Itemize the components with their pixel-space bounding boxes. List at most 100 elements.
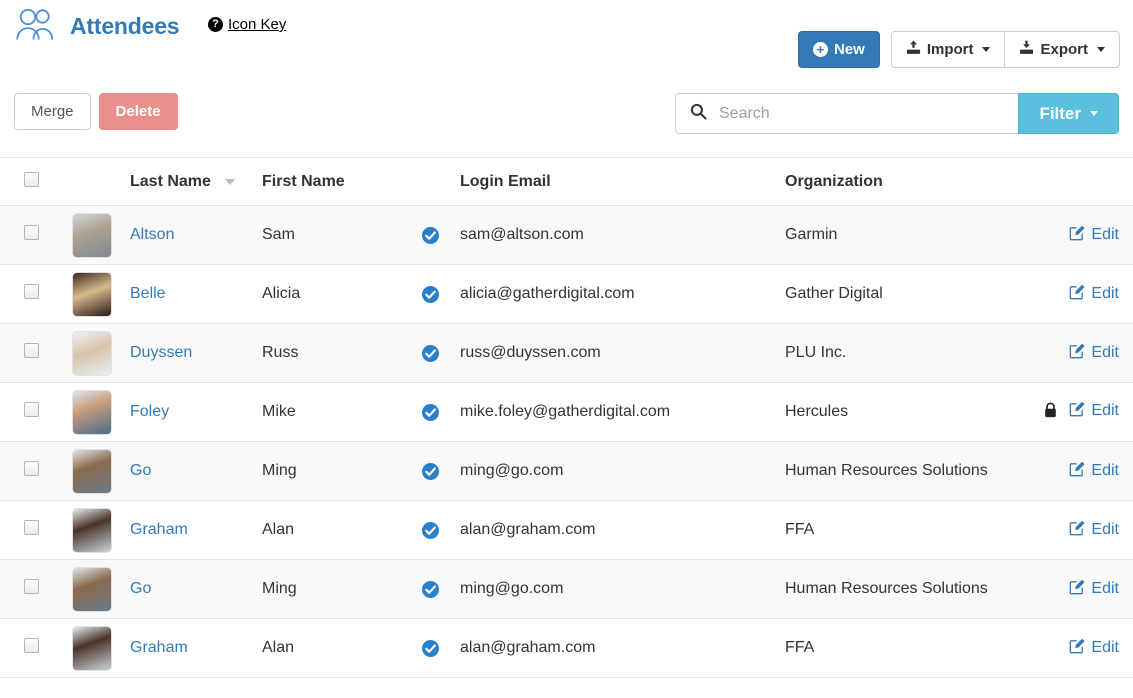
edit-link[interactable]: Edit bbox=[1069, 284, 1119, 305]
attendee-name-link[interactable]: Altson bbox=[130, 226, 174, 243]
edit-link[interactable]: Edit bbox=[1069, 579, 1119, 600]
edit-link[interactable]: Edit bbox=[1069, 638, 1119, 659]
last-name-cell: Go bbox=[130, 441, 262, 501]
attendee-name-link[interactable]: Graham bbox=[130, 521, 188, 538]
login-email-value: russ@duyssen.com bbox=[460, 344, 601, 361]
first-name-value: Alan bbox=[262, 521, 295, 538]
header-action-buttons: + New Import Export bbox=[797, 31, 1120, 68]
avatar-cell bbox=[72, 264, 130, 324]
avatar bbox=[72, 212, 112, 258]
row-checkbox[interactable] bbox=[24, 461, 39, 476]
pencil-square-icon bbox=[1069, 520, 1085, 541]
row-checkbox[interactable] bbox=[24, 284, 39, 299]
last-name-header-label: Last Name bbox=[130, 173, 211, 190]
first-name-cell: Ming bbox=[262, 441, 422, 501]
last-name-header[interactable]: Last Name bbox=[130, 157, 262, 206]
first-name-value: Ming bbox=[262, 462, 297, 479]
organization-value: Human Resources Solutions bbox=[785, 580, 988, 597]
row-checkbox[interactable] bbox=[24, 225, 39, 240]
attendee-name-link[interactable]: Belle bbox=[130, 285, 166, 302]
avatar bbox=[72, 330, 112, 376]
row-checkbox[interactable] bbox=[24, 520, 39, 535]
edit-link[interactable]: Edit bbox=[1069, 520, 1119, 541]
pencil-square-icon bbox=[1069, 401, 1085, 422]
row-select-cell bbox=[0, 264, 72, 324]
chevron-down-icon bbox=[982, 47, 991, 52]
last-name-cell: Foley bbox=[130, 382, 262, 442]
select-all-checkbox[interactable] bbox=[24, 172, 39, 187]
edit-link-label: Edit bbox=[1091, 226, 1119, 243]
row-checkbox[interactable] bbox=[24, 402, 39, 417]
row-select-cell bbox=[0, 618, 72, 678]
verified-cell bbox=[422, 205, 460, 265]
last-name-cell: Graham bbox=[130, 618, 262, 678]
search-input[interactable] bbox=[717, 103, 1005, 124]
attendee-name-link[interactable]: Foley bbox=[130, 403, 169, 420]
row-select-cell bbox=[0, 500, 72, 560]
icon-key-label: Icon Key bbox=[228, 16, 287, 33]
organization-cell: Gather Digital bbox=[785, 264, 1043, 324]
pencil-square-icon bbox=[1069, 638, 1085, 659]
pencil-square-icon bbox=[1069, 284, 1085, 305]
last-name-cell: Belle bbox=[130, 264, 262, 324]
delete-button-label: Delete bbox=[115, 103, 161, 120]
edit-link[interactable]: Edit bbox=[1069, 461, 1119, 482]
row-actions-cell: Edit bbox=[1043, 618, 1133, 678]
upload-icon bbox=[906, 40, 921, 59]
verified-check-icon bbox=[422, 344, 460, 362]
row-select-cell bbox=[0, 205, 72, 265]
verified-check-icon bbox=[422, 639, 460, 657]
organization-header-label: Organization bbox=[785, 173, 883, 190]
delete-button[interactable]: Delete bbox=[98, 93, 178, 130]
verified-cell bbox=[422, 441, 460, 501]
edit-link-label: Edit bbox=[1091, 639, 1119, 656]
avatar bbox=[72, 625, 112, 671]
row-checkbox[interactable] bbox=[24, 638, 39, 653]
organization-cell: Human Resources Solutions bbox=[785, 559, 1043, 619]
attendee-name-link[interactable]: Go bbox=[130, 462, 151, 479]
import-button[interactable]: Import bbox=[890, 31, 1006, 68]
avatar-cell bbox=[72, 500, 130, 560]
avatar bbox=[72, 271, 112, 317]
first-name-cell: Mike bbox=[262, 382, 422, 442]
last-name-cell: Duyssen bbox=[130, 323, 262, 383]
new-button[interactable]: + New bbox=[797, 31, 880, 68]
merge-button[interactable]: Merge bbox=[14, 93, 91, 130]
edit-link[interactable]: Edit bbox=[1069, 343, 1119, 364]
attendee-name-link[interactable]: Duyssen bbox=[130, 344, 192, 361]
avatar-cell bbox=[72, 382, 130, 442]
organization-value: PLU Inc. bbox=[785, 344, 847, 361]
search-box[interactable] bbox=[675, 93, 1019, 134]
first-name-header[interactable]: First Name bbox=[262, 157, 422, 206]
organization-cell: PLU Inc. bbox=[785, 323, 1043, 383]
export-button[interactable]: Export bbox=[1004, 31, 1120, 68]
table-row: Belle Alicia alicia@gatherdigital.com Gathe… bbox=[0, 264, 1133, 324]
login-email-header[interactable]: Login Email bbox=[460, 157, 785, 206]
chevron-down-icon bbox=[1097, 47, 1105, 52]
first-name-cell: Ming bbox=[262, 559, 422, 619]
edit-link-label: Edit bbox=[1091, 580, 1119, 597]
icon-key-link[interactable]: ? Icon Key bbox=[208, 16, 286, 33]
row-actions-cell: Edit bbox=[1043, 500, 1133, 560]
login-email-value: mike.foley@gatherdigital.com bbox=[460, 403, 671, 420]
avatar bbox=[72, 448, 112, 494]
edit-link[interactable]: Edit bbox=[1069, 225, 1119, 246]
export-button-label: Export bbox=[1040, 41, 1088, 58]
first-name-value: Mike bbox=[262, 403, 296, 420]
new-button-label: New bbox=[833, 41, 865, 58]
organization-header[interactable]: Organization bbox=[785, 157, 1043, 206]
search-filter-group: Filter bbox=[675, 93, 1119, 134]
login-email-cell: alicia@gatherdigital.com bbox=[460, 264, 785, 324]
first-name-value: Ming bbox=[262, 580, 297, 597]
row-actions-cell: Edit bbox=[1043, 264, 1133, 324]
attendee-name-link[interactable]: Graham bbox=[130, 639, 188, 656]
verified-cell bbox=[422, 323, 460, 383]
row-checkbox[interactable] bbox=[24, 343, 39, 358]
row-checkbox[interactable] bbox=[24, 579, 39, 594]
row-actions-cell: Edit bbox=[1043, 382, 1133, 442]
verified-check-icon bbox=[422, 462, 460, 480]
table-header: Last Name First Name Login Email Organiz… bbox=[0, 157, 1133, 206]
filter-button[interactable]: Filter bbox=[1018, 93, 1119, 134]
edit-link[interactable]: Edit bbox=[1069, 401, 1119, 422]
attendee-name-link[interactable]: Go bbox=[130, 580, 151, 597]
